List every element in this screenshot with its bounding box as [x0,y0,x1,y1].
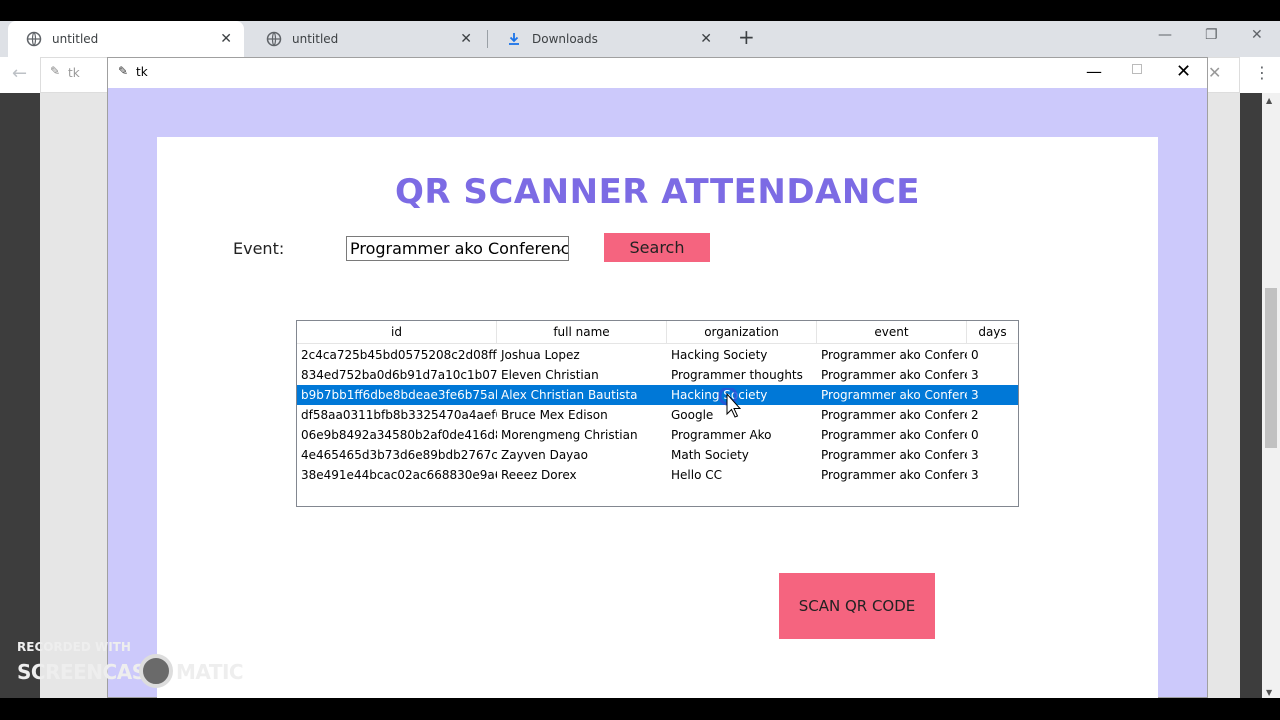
mouse-cursor-icon [718,388,742,418]
table-row[interactable]: 2c4ca725b45bd0575208c2d08ff23db5 Joshua L… [297,345,1018,365]
table-cell-organization: Hacking Society [671,348,768,362]
table-cell-event: Programmer ako Conference [821,448,967,462]
table-cell-days: 3 [971,448,979,462]
scroll-up-icon[interactable]: ▲ [1266,96,1272,105]
table-cell-organization: Math Society [671,448,749,462]
table-cell-id: 4e465465d3b73d6e89bdb2767c0d0d9 [301,448,497,462]
minimize-icon[interactable]: — [1158,27,1172,43]
browser-tab-label: untitled [292,32,339,46]
screen-bottom-bar [0,698,1280,720]
attendance-table[interactable]: id full name organization event days 2c4… [296,320,1019,507]
page-dark-margin-right [1240,93,1262,698]
new-tab-plus-icon[interactable]: + [738,27,755,47]
close-icon[interactable]: ✕ [1251,27,1263,43]
tk-titlebar[interactable]: ✎ tk — ✕ [108,58,1207,88]
close-icon[interactable]: ✕ [1208,63,1221,82]
column-header-event[interactable]: event [817,321,967,344]
download-icon [509,33,519,45]
table-cell-organization: Programmer Ako [671,428,772,442]
screencast-logo-icon [139,654,173,688]
restore-icon[interactable]: ❐ [1205,27,1218,43]
feather-icon: ✎ [50,64,61,78]
table-cell-days: 3 [971,388,979,402]
close-icon[interactable]: ✕ [700,31,712,47]
column-header-days[interactable]: days [967,321,1018,344]
table-cell-id: 06e9b8492a34580b2af0de416d8ffeac [301,428,497,442]
table-row[interactable]: 38e491e44bcac02ac668830e9a6910a9 Reeez Do… [297,465,1018,485]
table-cell-full-name: Reeez Dorex [501,468,577,482]
maximize-icon[interactable] [1132,64,1142,74]
table-cell-full-name: Zayven Dayao [501,448,588,462]
table-cell-days: 3 [971,368,979,382]
scrollbar-thumb[interactable] [1265,288,1277,448]
scroll-down-icon[interactable]: ▼ [1266,688,1272,697]
browser-tab-label: untitled [52,32,99,46]
screen-top-bar [0,0,1280,21]
feather-icon: ✎ [118,64,129,78]
column-header-id[interactable]: id [297,321,497,344]
close-icon[interactable]: ✕ [1176,61,1191,82]
table-cell-id: df58aa0311bfb8b3325470a4aef0976a [301,408,497,422]
search-button[interactable]: Search [604,233,710,262]
table-row[interactable]: 4e465465d3b73d6e89bdb2767c0d0d9 Zayven Da… [297,445,1018,465]
watermark-recorded-with: RECORDED WITH [17,640,131,654]
table-cell-days: 2 [971,408,979,422]
browser-tab-2[interactable]: untitled ✕ [248,21,484,57]
event-select[interactable]: Programmer ako Conference ⌄ [346,236,569,261]
globe-icon [266,31,282,47]
chevron-down-icon: ⌄ [554,242,564,255]
table-cell-full-name: Eleven Christian [501,368,599,382]
table-header: id full name organization event days [297,321,1018,344]
page-dark-margin-left [0,93,40,698]
table-cell-event: Programmer ako Conference [821,468,967,482]
scan-qr-button[interactable]: SCAN QR CODE [779,573,935,639]
browser-tabstrip: untitled ✕ untitled ✕ Downloads ✕ [0,21,1280,57]
table-cell-organization: Hacking Society [671,388,768,402]
table-cell-full-name: Joshua Lopez [501,348,580,362]
table-cell-days: 3 [971,468,979,482]
minimize-icon[interactable]: — [1086,62,1102,81]
watermark-brand-right: MATIC [176,660,244,684]
tk-window: ✎ tk — ✕ QR SCANNER ATTENDANCE Event: Pr… [107,57,1208,699]
table-cell-event: Programmer ako Conference [821,408,967,422]
table-cell-days: 0 [971,348,979,362]
page-title: QR SCANNER ATTENDANCE [394,172,920,212]
table-row[interactable]: 834ed752ba0d6b91d7a10c1b070d807 Eleven Ch… [297,365,1018,385]
tk-window-title: tk [136,65,148,79]
table-cell-event: Programmer ako Conference [821,348,967,362]
back-arrow-icon[interactable]: ← [12,63,27,84]
table-cell-id: b9b7bb1ff6dbe8bdeae3fe6b75ab02b [301,388,497,402]
table-row[interactable]: df58aa0311bfb8b3325470a4aef0976a Bruce Me… [297,405,1018,425]
main-panel: QR SCANNER ATTENDANCE Event: Programmer … [157,137,1158,699]
event-select-value: Programmer ako Conference [350,239,569,258]
table-cell-id: 834ed752ba0d6b91d7a10c1b070d807 [301,368,497,382]
column-header-organization[interactable]: organization [667,321,817,344]
table-cell-event: Programmer ako Conference [821,428,967,442]
globe-icon [26,31,42,47]
event-label: Event: [233,239,285,258]
browser-tab-3[interactable]: Downloads ✕ [488,21,724,57]
background-window-title: tk [68,66,80,80]
table-row[interactable]: 06e9b8492a34580b2af0de416d8ffeac Morengme… [297,425,1018,445]
close-icon[interactable]: ✕ [460,31,472,47]
table-cell-organization: Hello CC [671,468,722,482]
browser-tab-label: Downloads [532,32,598,46]
table-cell-id: 38e491e44bcac02ac668830e9a6910a9 [301,468,497,482]
table-cell-event: Programmer ako Conference [821,388,967,402]
table-cell-organization: Google [671,408,714,422]
table-row[interactable]: b9b7bb1ff6dbe8bdeae3fe6b75ab02b Alex Chri… [297,385,1018,405]
kebab-menu-icon[interactable]: ⋮ [1254,63,1270,82]
table-cell-full-name: Alex Christian Bautista [501,388,638,402]
table-cell-id: 2c4ca725b45bd0575208c2d08ff23db5 [301,348,497,362]
table-cell-event: Programmer ako Conference [821,368,967,382]
browser-tab-1[interactable]: untitled ✕ [8,21,244,57]
column-header-full-name[interactable]: full name [497,321,667,344]
table-cell-full-name: Bruce Mex Edison [501,408,608,422]
watermark-brand-left: SCREENCAST [17,660,159,684]
table-cell-days: 0 [971,428,979,442]
table-cell-organization: Programmer thoughts [671,368,803,382]
close-icon[interactable]: ✕ [220,31,232,47]
table-cell-full-name: Morengmeng Christian [501,428,638,442]
